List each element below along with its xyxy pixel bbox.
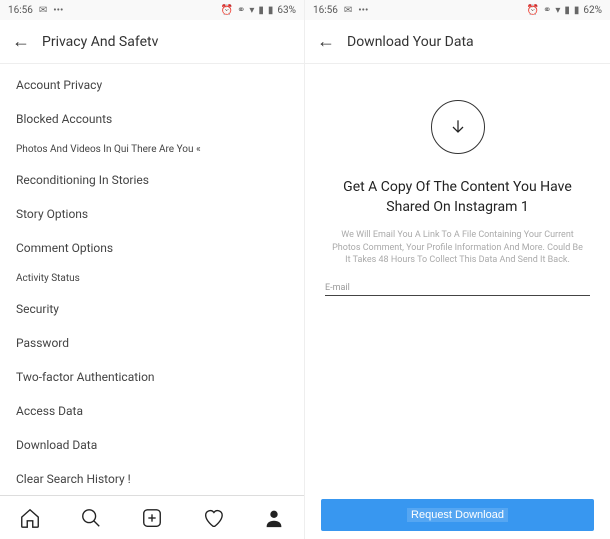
alarm-icon: ⏰ <box>527 5 539 16</box>
message-icon: ✉ <box>344 5 352 16</box>
download-heading: Get A Copy Of The Content You Have Share… <box>321 178 594 217</box>
status-battery: 63% <box>277 5 296 16</box>
menu-item-clear-search-history[interactable]: Clear Search History ! <box>0 462 304 495</box>
menu-item-security[interactable]: Security <box>0 292 304 326</box>
menu-item-account-privacy[interactable]: Account Privacy <box>0 68 304 102</box>
battery-icon: ▮ <box>268 5 274 16</box>
bottom-nav <box>0 495 304 539</box>
menu-item-reconditioning-stories[interactable]: Reconditioning In Stories <box>0 163 304 197</box>
download-content: Get A Copy Of The Content You Have Share… <box>305 64 610 539</box>
back-icon[interactable]: ← <box>317 31 335 52</box>
status-bar-left: 16:56 ✉ ••• ⏰ ⚭ ▾ ▮ ▮ 63% <box>0 0 304 20</box>
signal-icon: ▮ <box>258 5 264 16</box>
download-description: We Will Email You A Link To A File Conta… <box>321 229 594 267</box>
status-time: 16:56 <box>313 5 338 16</box>
add-post-icon[interactable] <box>141 507 163 529</box>
wifi-icon: ▾ <box>555 5 560 16</box>
link-icon: ⚭ <box>237 5 245 16</box>
menu-item-download-data[interactable]: Download Data <box>0 428 304 462</box>
menu-item-access-data[interactable]: Access Data <box>0 394 304 428</box>
menu-item-comment-options[interactable]: Comment Options <box>0 231 304 265</box>
app-header: ← Download Your Data <box>305 20 610 64</box>
alarm-icon: ⏰ <box>221 5 233 16</box>
menu-item-photos-videos[interactable]: Photos And Videos In Qui There Are You « <box>0 136 304 163</box>
profile-icon[interactable] <box>263 507 285 529</box>
battery-icon: ▮ <box>574 5 580 16</box>
menu-list: Account Privacy Blocked Accounts Photos … <box>0 64 304 495</box>
download-icon <box>431 100 485 154</box>
menu-item-story-options[interactable]: Story Options <box>0 197 304 231</box>
status-battery: 62% <box>583 5 602 16</box>
request-download-button[interactable]: Request Download <box>321 499 594 531</box>
email-label: E-mail <box>325 283 590 293</box>
message-icon: ✉ <box>39 5 47 16</box>
menu-item-two-factor[interactable]: Two-factor Authentication <box>0 360 304 394</box>
search-icon[interactable] <box>80 507 102 529</box>
more-icon: ••• <box>53 5 63 16</box>
home-icon[interactable] <box>19 507 41 529</box>
app-header: ← Privacy And Safetv <box>0 20 304 64</box>
page-title: Download Your Data <box>347 34 474 50</box>
back-icon[interactable]: ← <box>12 31 30 52</box>
heart-icon[interactable] <box>202 507 224 529</box>
status-time: 16:56 <box>8 5 33 16</box>
more-icon: ••• <box>358 5 368 16</box>
menu-item-blocked-accounts[interactable]: Blocked Accounts <box>0 102 304 136</box>
request-download-label: Request Download <box>407 508 508 522</box>
link-icon: ⚭ <box>543 5 551 16</box>
wifi-icon: ▾ <box>249 5 254 16</box>
page-title: Privacy And Safetv <box>42 34 158 50</box>
status-bar-right: 16:56 ✉ ••• ⏰ ⚭ ▾ ▮ ▮ 62% <box>305 0 610 20</box>
email-input[interactable]: E-mail <box>321 283 594 296</box>
menu-item-password[interactable]: Password <box>0 326 304 360</box>
menu-item-activity-status[interactable]: Activity Status <box>0 265 304 292</box>
email-underline <box>325 295 590 296</box>
signal-icon: ▮ <box>564 5 570 16</box>
